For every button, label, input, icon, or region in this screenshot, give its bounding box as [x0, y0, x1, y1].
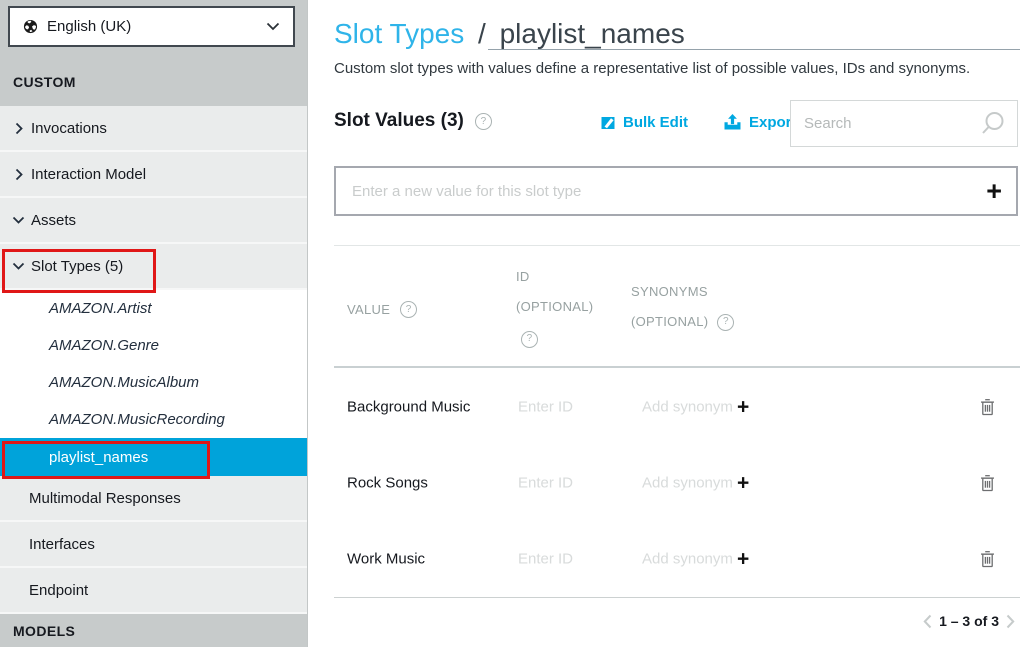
page-description: Custom slot types with values define a r…: [334, 60, 970, 77]
breadcrumb-parent-link[interactable]: Slot Types: [334, 18, 464, 49]
slot-type-item-amazon-musicalbum[interactable]: AMAZON.MusicAlbum: [0, 364, 307, 401]
add-synonym-button[interactable]: +: [737, 473, 749, 494]
bulk-edit-button[interactable]: Bulk Edit: [600, 114, 688, 131]
slot-type-label: AMAZON.Artist: [49, 300, 152, 317]
add-synonym-input[interactable]: [640, 550, 736, 569]
pagination-range: 1 – 3 of 3: [939, 613, 999, 629]
slot-type-item-amazon-genre[interactable]: AMAZON.Genre: [0, 327, 307, 364]
chevron-down-icon: [12, 216, 25, 224]
sidebar-item-label: Invocations: [31, 120, 107, 137]
bulk-edit-label: Bulk Edit: [623, 114, 688, 131]
slot-id-input[interactable]: [516, 550, 630, 569]
table-row: Rock Songs +: [334, 445, 1020, 522]
pencil-note-icon: [600, 115, 616, 131]
sidebar-item-invocations[interactable]: Invocations: [0, 106, 307, 152]
sidebar: English (UK) CUSTOM Invocations Interact…: [0, 0, 308, 647]
slot-value-text: Background Music: [347, 398, 470, 415]
custom-section-header: CUSTOM: [13, 74, 76, 90]
chevron-right-icon: [12, 122, 25, 135]
column-header-id-line1: ID: [516, 262, 593, 292]
title-underline: [488, 49, 1020, 50]
sidebar-item-interaction-model[interactable]: Interaction Model: [0, 152, 307, 198]
upload-tray-icon: [723, 114, 742, 131]
search-icon: [978, 110, 1006, 138]
slot-values-title: Slot Values (3) ?: [334, 110, 492, 132]
slot-type-label: playlist_names: [49, 449, 148, 466]
slot-type-item-amazon-musicrecording[interactable]: AMAZON.MusicRecording: [0, 401, 307, 438]
chevron-down-icon: [12, 262, 25, 270]
table-row: Background Music +: [334, 368, 1020, 446]
sidebar-item-slot-types[interactable]: Slot Types (5): [0, 244, 307, 290]
slot-values-title-text: Slot Values (3): [334, 110, 464, 132]
column-header-synonyms: SYNONYMS (OPTIONAL) ?: [631, 277, 734, 337]
slot-type-item-amazon-artist[interactable]: AMAZON.Artist: [0, 290, 307, 327]
sidebar-item-label: Assets: [31, 212, 76, 229]
sidebar-item-label: Interaction Model: [31, 166, 146, 183]
chevron-down-icon: [266, 22, 280, 31]
column-header-id: ID (OPTIONAL) ?: [516, 262, 593, 352]
table-top-divider: [334, 245, 1020, 246]
sidebar-item-label: Slot Types (5): [31, 258, 123, 275]
breadcrumb: Slot Types / playlist_names: [334, 18, 685, 50]
sidebar-item-label: Endpoint: [29, 582, 88, 599]
search-box: [790, 100, 1018, 147]
export-button[interactable]: Export: [723, 114, 797, 131]
column-header-synonyms-line1: SYNONYMS: [631, 277, 734, 307]
slot-id-input[interactable]: [516, 474, 630, 493]
new-slot-value-input[interactable]: [350, 182, 986, 201]
sidebar-item-multimodal-responses[interactable]: Multimodal Responses: [0, 476, 307, 522]
models-band: MODELS: [0, 614, 307, 647]
trash-icon[interactable]: [979, 474, 996, 493]
main-panel: Slot Types / playlist_names Custom slot …: [309, 0, 1032, 647]
add-synonym-button[interactable]: +: [737, 549, 749, 570]
app-root: English (UK) CUSTOM Invocations Interact…: [0, 0, 1032, 647]
pagination: 1 – 3 of 3: [923, 613, 1015, 629]
new-value-field: +: [334, 166, 1018, 216]
slot-id-input[interactable]: [516, 397, 630, 416]
chevron-right-icon[interactable]: [1006, 614, 1015, 629]
help-icon[interactable]: ?: [475, 113, 492, 130]
add-synonym-input[interactable]: [640, 397, 736, 416]
add-synonym-button[interactable]: +: [737, 396, 749, 417]
breadcrumb-separator: /: [472, 18, 492, 49]
language-selector[interactable]: English (UK): [8, 6, 295, 47]
sidebar-item-label: Multimodal Responses: [29, 490, 181, 507]
help-icon[interactable]: ?: [521, 331, 538, 348]
slot-type-label: AMAZON.MusicAlbum: [49, 374, 199, 391]
slot-type-label: AMAZON.MusicRecording: [49, 411, 225, 428]
help-icon[interactable]: ?: [717, 314, 734, 331]
page-title: playlist_names: [500, 18, 685, 49]
column-header-value-label: VALUE: [347, 302, 390, 317]
trash-icon[interactable]: [979, 550, 996, 569]
add-synonym-input[interactable]: [640, 474, 736, 493]
language-selector-label: English (UK): [47, 18, 131, 35]
models-section-header: MODELS: [13, 623, 320, 639]
sidebar-item-interfaces[interactable]: Interfaces: [0, 522, 307, 568]
slot-type-label: AMAZON.Genre: [49, 337, 159, 354]
slot-value-text: Rock Songs: [347, 475, 428, 492]
slot-value-text: Work Music: [347, 551, 425, 568]
add-value-button[interactable]: +: [986, 178, 1002, 205]
trash-icon[interactable]: [979, 397, 996, 416]
table-row: Work Music +: [334, 521, 1020, 598]
chevron-left-icon[interactable]: [923, 614, 932, 629]
column-header-id-line2: (OPTIONAL): [516, 292, 593, 322]
chevron-right-icon: [12, 168, 25, 181]
sidebar-item-label: Interfaces: [29, 536, 95, 553]
column-header-value: VALUE ?: [347, 301, 417, 318]
column-header-synonyms-line2: (OPTIONAL): [631, 307, 708, 337]
help-icon[interactable]: ?: [400, 301, 417, 318]
sidebar-item-assets[interactable]: Assets: [0, 198, 307, 244]
search-input[interactable]: [802, 114, 978, 133]
slot-type-item-playlist-names[interactable]: playlist_names: [0, 438, 307, 476]
globe-icon: [23, 19, 38, 34]
sidebar-item-endpoint[interactable]: Endpoint: [0, 568, 307, 614]
